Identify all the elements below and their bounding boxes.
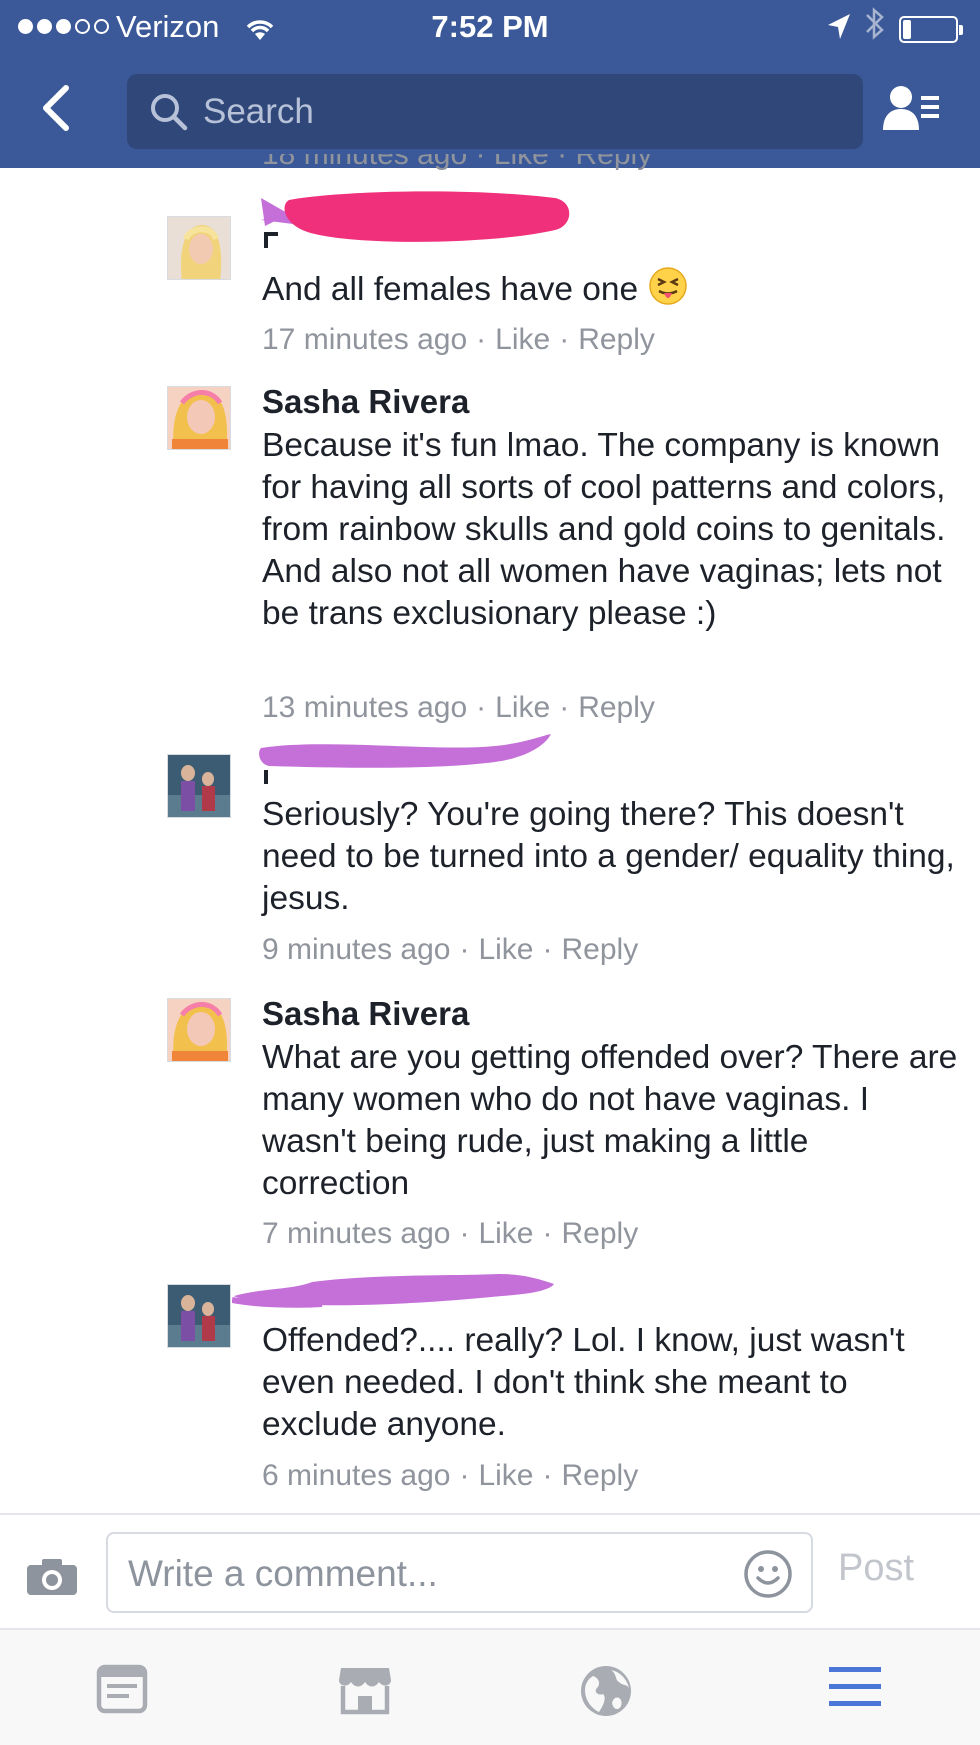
reply-link[interactable]: Reply [562, 1217, 639, 1250]
battery-icon [899, 16, 963, 43]
top-header: Verizon 7:52 PM [0, 0, 980, 168]
comment-meta: 17 minutes ago · Like · Reply [262, 323, 655, 356]
like-link[interactable]: Like [478, 1217, 533, 1250]
comment-text: Offended?.... really? Lol. I know, just … [262, 1322, 905, 1443]
reply-link[interactable]: Reply [562, 933, 639, 966]
bottom-tab-bar [0, 1628, 980, 1745]
reply-link[interactable]: Reply [562, 1459, 639, 1492]
reply-link[interactable]: Reply [578, 691, 655, 724]
comment-timestamp: 6 minutes ago [262, 1459, 451, 1492]
marketplace-icon [339, 1668, 391, 1715]
comment-composer: Post [0, 1513, 980, 1628]
location-arrow-icon [826, 12, 852, 50]
comment-input-box[interactable] [106, 1532, 813, 1613]
menu-icon [829, 1667, 881, 1706]
chevron-left-icon [43, 85, 69, 131]
tab-news-feed[interactable] [96, 1664, 148, 1719]
tab-menu[interactable] [829, 1664, 881, 1715]
like-link[interactable]: Like [478, 1459, 533, 1492]
avatar[interactable] [167, 754, 231, 818]
clipped-comment-meta: 18 minutes ago · Like · Reply [262, 154, 653, 171]
reply-link[interactable]: Reply [578, 323, 655, 356]
comment-meta: 9 minutes ago · Like · Reply [262, 933, 639, 966]
avatar[interactable] [167, 998, 231, 1062]
comment-meta: 7 minutes ago · Like · Reply [262, 1217, 639, 1250]
comment-meta: 6 minutes ago · Like · Reply [262, 1459, 639, 1492]
comment-author[interactable]: Sasha Rivera [262, 382, 469, 422]
comment-text: What are you getting offended over? Ther… [262, 1039, 958, 1202]
avatar[interactable] [167, 216, 231, 280]
redacted-author-name [261, 191, 570, 248]
like-link[interactable]: Like [478, 933, 533, 966]
smiley-icon [744, 1550, 792, 1598]
search-input[interactable] [203, 84, 843, 139]
comment-meta: 13 minutes ago · Like · Reply [262, 691, 655, 724]
camera-icon [27, 1559, 77, 1595]
comment-timestamp: 17 minutes ago [262, 323, 468, 356]
comment-text: Because it's fun lmao. The company is kn… [262, 427, 946, 632]
tab-marketplace[interactable] [337, 1664, 393, 1721]
tongue-out-squinting-emoji [648, 266, 688, 317]
globe-icon [581, 1666, 631, 1716]
tab-notifications[interactable] [579, 1664, 633, 1723]
sticker-button[interactable] [742, 1548, 794, 1605]
like-link[interactable]: Like [495, 691, 550, 724]
comment-text: And all females have one [262, 266, 962, 317]
like-link[interactable]: Like [495, 323, 550, 356]
avatar[interactable] [167, 1284, 231, 1348]
camera-button[interactable] [25, 1557, 79, 1602]
post-button[interactable]: Post [838, 1547, 914, 1590]
back-button[interactable] [36, 80, 76, 136]
friend-requests-icon [883, 86, 939, 130]
comment-timestamp: 7 minutes ago [262, 1217, 451, 1250]
redacted-author-name [232, 1274, 554, 1308]
comment-timestamp: 13 minutes ago [262, 691, 468, 724]
comment-input[interactable] [128, 1546, 728, 1601]
comment-author[interactable]: Sasha Rivera [262, 994, 469, 1034]
avatar[interactable] [167, 386, 231, 450]
comment-timestamp: 9 minutes ago [262, 933, 451, 966]
status-bar: Verizon 7:52 PM [0, 0, 980, 56]
redacted-author-name [259, 734, 551, 784]
comment-text: Seriously? You're going there? This does… [262, 796, 955, 917]
news-feed-icon [96, 1664, 148, 1714]
friend-requests-button[interactable] [883, 84, 943, 139]
search-icon [149, 92, 189, 137]
bluetooth-icon [864, 6, 886, 51]
search-bar[interactable] [127, 74, 863, 149]
